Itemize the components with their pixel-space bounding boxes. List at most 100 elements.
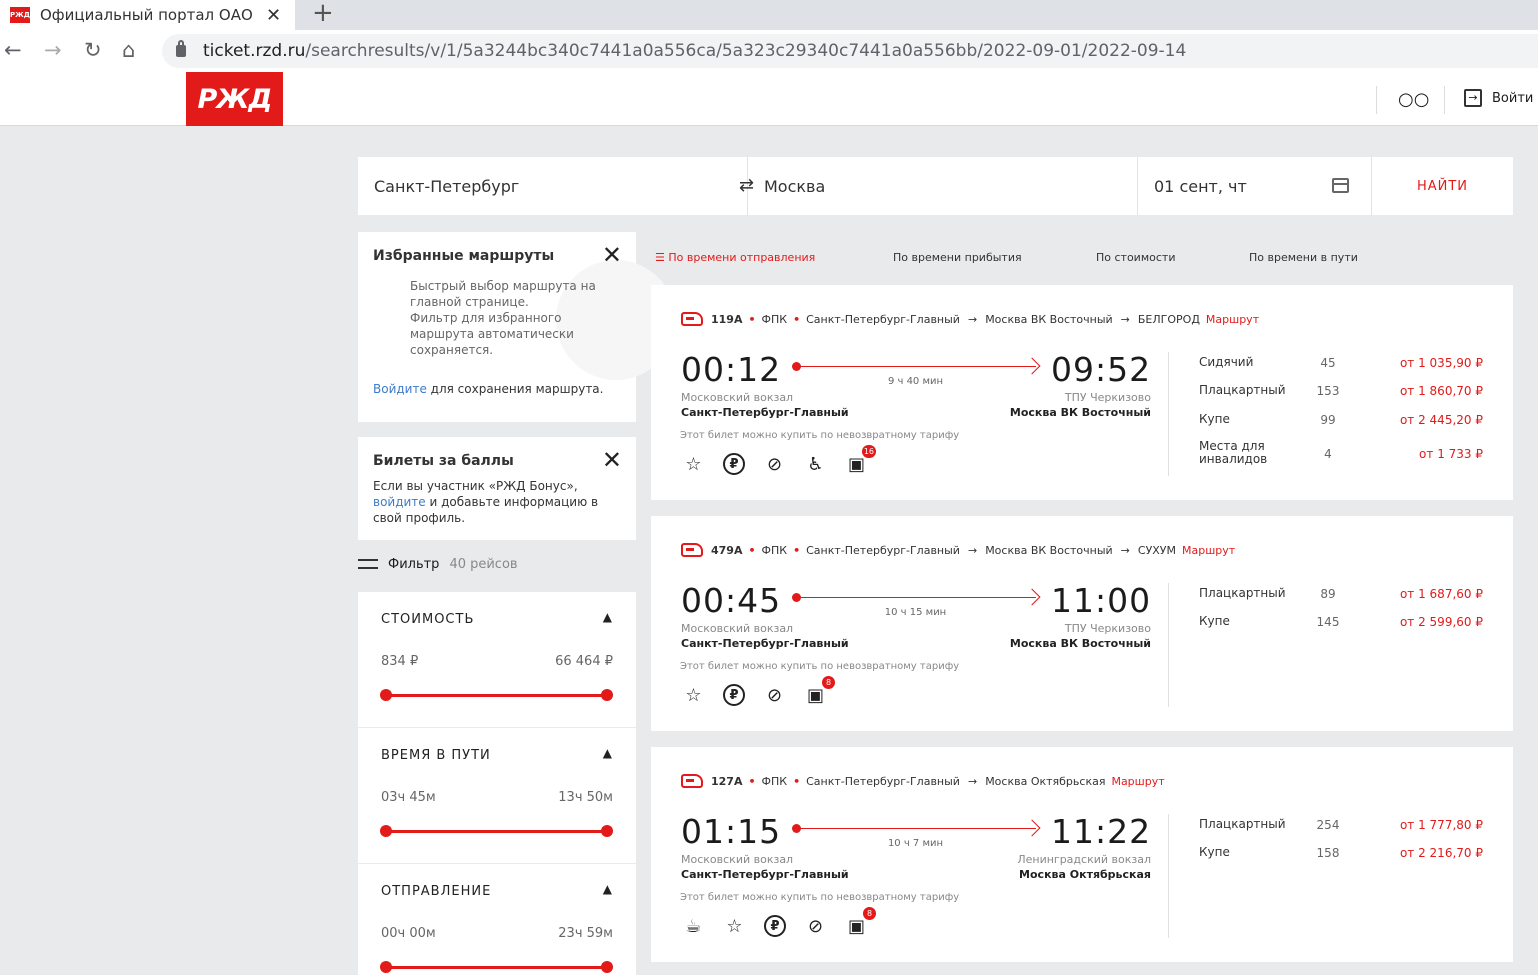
tariff-note: Этот билет можно купить по невозвратному… (680, 892, 960, 903)
to-field[interactable]: Москва (764, 157, 825, 215)
class-price[interactable]: от 1 687,60 ₽ (1400, 587, 1483, 601)
swap-icon[interactable]: ⇄ (739, 175, 754, 196)
route-to: Москва Октябрьская (985, 774, 1106, 788)
slider-min-handle[interactable] (380, 825, 392, 837)
sort-by-duration[interactable]: По времени в пути (1249, 251, 1358, 264)
no-pets-icon: ⊘ (766, 454, 783, 475)
bonus-title: Билеты за баллы (373, 453, 514, 469)
no-pets-icon: ⊘ (766, 685, 783, 706)
date-field[interactable]: 01 сент, чт (1154, 157, 1247, 215)
sort-by-arrival[interactable]: По времени прибытия (893, 251, 1022, 264)
arrival-station: ТПУ Черкизово (1064, 622, 1151, 635)
tab-close-icon[interactable]: ✕ (266, 5, 281, 26)
slider-max-handle[interactable] (601, 961, 613, 973)
filter-toggle[interactable]: Фильтр 40 рейсов (358, 556, 518, 572)
luggage-icon: ▣ 16 (847, 445, 876, 475)
bonus-card: Билеты за баллы ✕ Если вы участник «РЖД … (358, 437, 636, 540)
train-card[interactable]: 127А • ФПК • Санкт-Петербург-Главный → Моск… (651, 747, 1513, 962)
train-number: 479А (711, 543, 743, 557)
no-pets-icon: ⊘ (807, 916, 824, 937)
class-price[interactable]: от 2 445,20 ₽ (1400, 413, 1483, 427)
route-link[interactable]: Маршрут (1111, 775, 1164, 788)
address-bar[interactable]: ticket.rzd.ru/searchresults/v/1/5a3244bc… (162, 34, 1538, 68)
accessibility-glasses-icon[interactable]: ○○ (1398, 89, 1429, 110)
train-number: 119А (711, 312, 743, 326)
sort-by-price[interactable]: По стоимости (1096, 251, 1175, 264)
route-final: БЕЛГОРОД (1137, 312, 1200, 326)
train-card[interactable]: 119А • ФПК • Санкт-Петербург-Главный → Моск… (651, 285, 1513, 500)
range-slider[interactable] (380, 825, 613, 837)
ruble-icon: ₽ (764, 915, 786, 937)
browser-tab[interactable]: РЖД Официальный портал ОАО «РЖД» ✕ (0, 0, 295, 30)
filter-label: Фильтр (388, 556, 440, 572)
seat-count: 145 (1316, 615, 1340, 629)
favorites-login-link[interactable]: Войдите (373, 382, 427, 396)
find-button[interactable]: НАЙТИ (1372, 157, 1513, 215)
amenities: ☆ ₽ ⊘ ♿ ▣ 16 (680, 445, 876, 478)
seat-count: 158 (1316, 846, 1340, 860)
browser-tabstrip: РЖД Официальный портал ОАО «РЖД» ✕ + (0, 0, 1538, 30)
login-link[interactable]: Войти (1492, 91, 1533, 106)
tab-favicon: РЖД (10, 7, 30, 23)
url-text[interactable]: ticket.rzd.ru/searchresults/v/1/5a3244bc… (203, 41, 1186, 61)
filter-title[interactable]: СТОИМОСТЬ (381, 612, 474, 627)
class-price[interactable]: от 1 733 ₽ (1419, 447, 1483, 461)
bonus-star-icon: ☆ (685, 454, 702, 475)
coffee-icon: ☕ (685, 916, 702, 937)
train-card[interactable]: 479А • ФПК • Санкт-Петербург-Главный → Моск… (651, 516, 1513, 731)
route-line (792, 357, 1041, 375)
class-price[interactable]: от 1 860,70 ₽ (1400, 384, 1483, 398)
new-tab-icon[interactable]: + (312, 0, 334, 28)
favorites-card: Избранные маршруты ✕ Быстрый выбор маршр… (358, 232, 676, 422)
seat-count: 153 (1316, 384, 1340, 398)
class-price[interactable]: от 2 216,70 ₽ (1400, 846, 1483, 860)
class-name: Купе (1199, 845, 1230, 859)
duration: 9 ч 40 мин (887, 376, 944, 387)
amenities: ☕ ☆ ₽ ⊘ ▣ 8 (680, 907, 876, 940)
filter-min: 00ч 00м (381, 926, 436, 941)
class-name: Купе (1199, 412, 1230, 426)
slider-max-handle[interactable] (601, 689, 613, 701)
from-field[interactable]: Санкт-Петербург (374, 157, 519, 215)
route-line (792, 819, 1041, 837)
filter-title[interactable]: ВРЕМЯ В ПУТИ (381, 748, 491, 763)
chevron-up-icon[interactable]: ▲ (603, 882, 612, 896)
forward-icon[interactable]: → (44, 38, 62, 62)
tariff-note: Этот билет можно купить по невозвратному… (680, 430, 960, 441)
class-price[interactable]: от 1 777,80 ₽ (1400, 818, 1483, 832)
range-slider[interactable] (380, 961, 613, 973)
favorites-text-2: Фильтр для избранного маршрута автоматич… (410, 311, 574, 357)
close-icon[interactable]: ✕ (602, 446, 622, 474)
chevron-up-icon[interactable]: ▲ (603, 610, 612, 624)
login-icon[interactable]: → (1464, 89, 1482, 107)
departure-time: 00:45 (681, 581, 782, 620)
slider-min-handle[interactable] (380, 961, 392, 973)
route-link[interactable]: Маршрут (1182, 544, 1235, 557)
reload-icon[interactable]: ↻ (84, 38, 102, 62)
train-icon (681, 543, 703, 557)
site-header: РЖД ○○ → Войти (0, 72, 1538, 126)
slider-max-handle[interactable] (601, 825, 613, 837)
departure-time: 01:15 (681, 812, 782, 851)
departure-city: Санкт-Петербург-Главный (681, 637, 849, 650)
arrival-time: 11:00 (1051, 581, 1152, 620)
back-icon[interactable]: ← (4, 38, 22, 62)
chevron-up-icon[interactable]: ▲ (603, 746, 612, 760)
bonus-login-link[interactable]: войдите (373, 495, 426, 509)
departure-station: Московский вокзал (681, 391, 794, 404)
calendar-icon[interactable] (1332, 178, 1349, 193)
class-name: Плацкартный (1199, 817, 1286, 831)
slider-min-handle[interactable] (380, 689, 392, 701)
close-icon[interactable]: ✕ (602, 241, 622, 269)
rzd-logo[interactable]: РЖД (186, 72, 283, 126)
filter-title[interactable]: ОТПРАВЛЕНИЕ (381, 884, 491, 899)
sort-by-departure[interactable]: ☰ По времени отправления (655, 251, 815, 264)
favorites-login-text: для сохранения маршрута. (430, 382, 604, 396)
class-price[interactable]: от 1 035,90 ₽ (1400, 356, 1483, 370)
route-link[interactable]: Маршрут (1206, 313, 1259, 326)
range-slider[interactable] (380, 689, 613, 701)
filter-min: 834 ₽ (381, 654, 419, 669)
route-from: Санкт-Петербург-Главный (806, 774, 960, 788)
home-icon[interactable]: ⌂ (122, 38, 135, 62)
class-price[interactable]: от 2 599,60 ₽ (1400, 615, 1483, 629)
